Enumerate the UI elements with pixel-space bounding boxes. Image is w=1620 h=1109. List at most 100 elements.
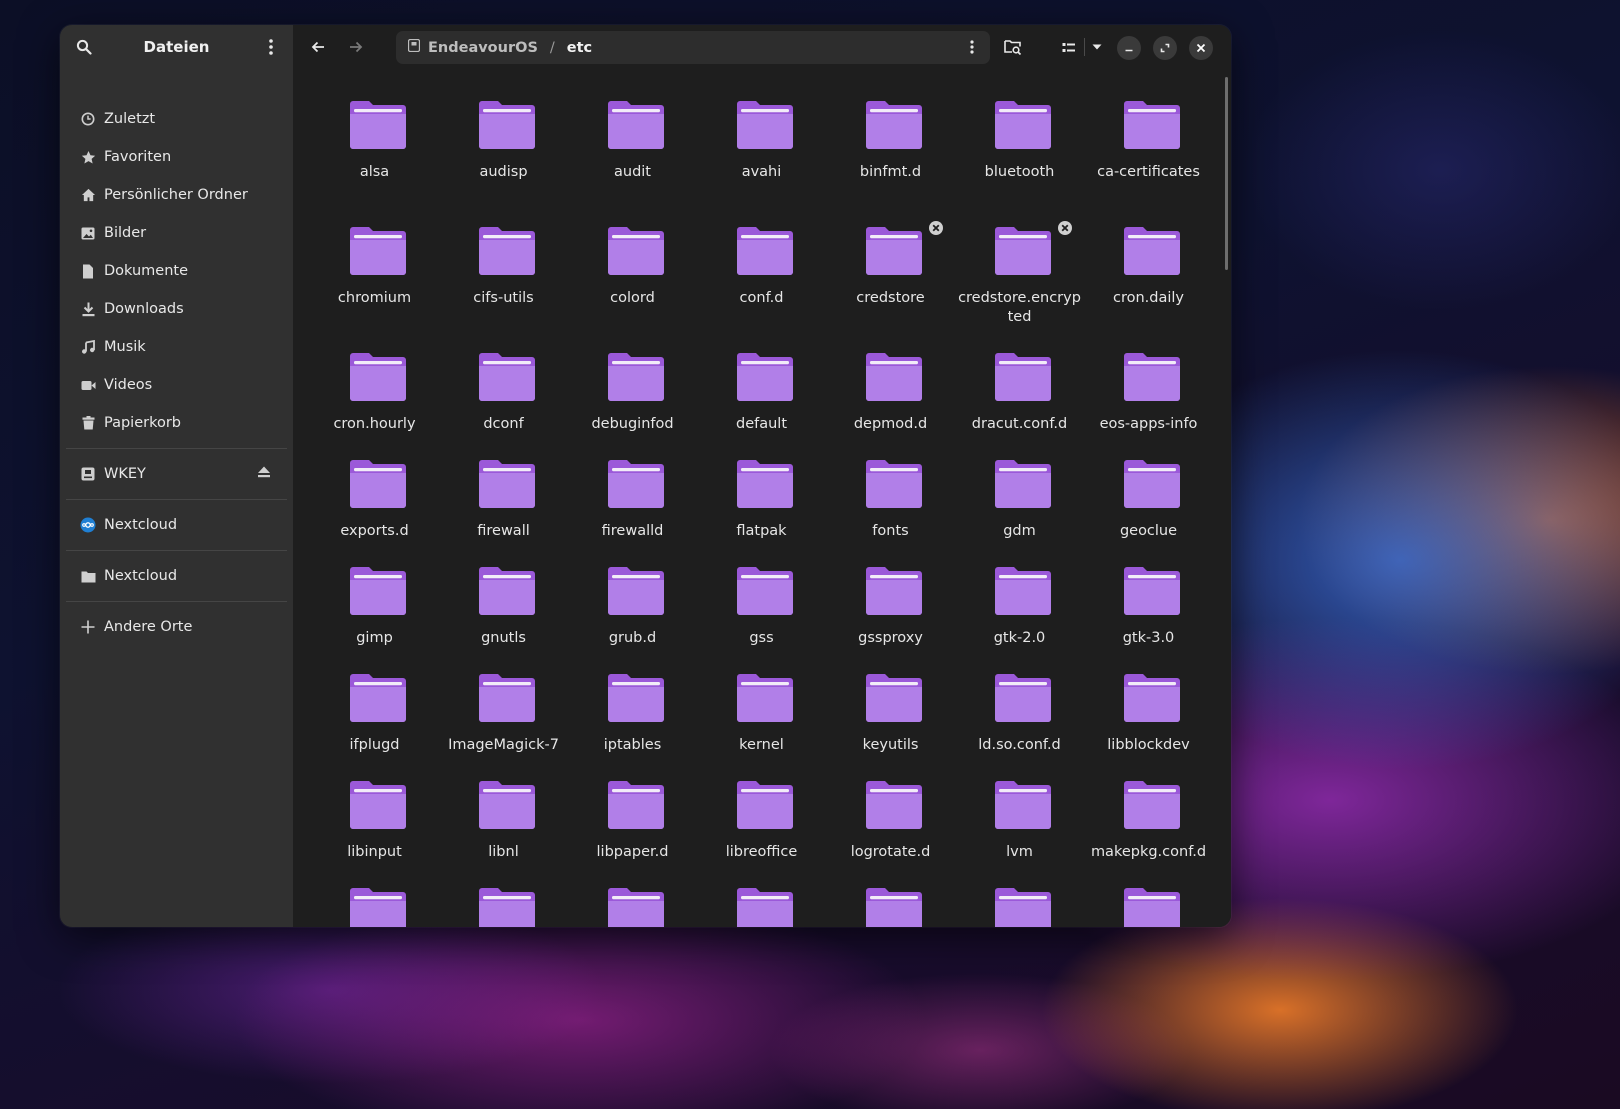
sidebar-item-nextcloud-network[interactable]: Nextcloud: [60, 506, 293, 544]
sidebar-item-label: WKEY: [104, 466, 146, 482]
folder-item[interactable]: kernel: [697, 668, 826, 775]
view-options-button[interactable]: [1082, 32, 1112, 62]
folder-item[interactable]: [826, 882, 955, 927]
folder-item[interactable]: gss: [697, 561, 826, 668]
sidebar-item-home[interactable]: Persönlicher Ordner: [60, 176, 293, 214]
folder-item[interactable]: logrotate.d: [826, 775, 955, 882]
folder-name: lvm: [1006, 844, 1033, 860]
folder-item[interactable]: conf.d: [697, 221, 826, 347]
folder-item[interactable]: ld.so.conf.d: [955, 668, 1084, 775]
folder-name: logrotate.d: [850, 844, 931, 860]
path-segment-root[interactable]: EndeavourOS: [428, 40, 538, 56]
folder-item[interactable]: gssproxy: [826, 561, 955, 668]
folder-item[interactable]: eos-apps-info: [1084, 347, 1213, 454]
folder-item[interactable]: bluetooth: [955, 95, 1084, 221]
folder-item[interactable]: libblockdev: [1084, 668, 1213, 775]
folder-item[interactable]: gtk-3.0: [1084, 561, 1213, 668]
folder-item[interactable]: depmod.d: [826, 347, 955, 454]
close-button[interactable]: [1189, 36, 1213, 60]
folder-item[interactable]: libinput: [310, 775, 439, 882]
folder-name: ca-certificates: [1097, 164, 1200, 180]
folder-item[interactable]: cron.hourly: [310, 347, 439, 454]
folder-item[interactable]: [568, 882, 697, 927]
folder-item[interactable]: credstore: [826, 221, 955, 347]
folder-item[interactable]: [310, 882, 439, 927]
main-menu-button[interactable]: [257, 33, 285, 61]
folder-item[interactable]: fonts: [826, 454, 955, 561]
maximize-button[interactable]: [1153, 36, 1177, 60]
path-bar[interactable]: EndeavourOS / etc: [396, 31, 990, 64]
view-mode-button[interactable]: [1054, 32, 1084, 62]
folder-icon: [1124, 460, 1180, 508]
folder-item[interactable]: [955, 882, 1084, 927]
folder-item[interactable]: iptables: [568, 668, 697, 775]
folder-item[interactable]: gimp: [310, 561, 439, 668]
folder-item[interactable]: colord: [568, 221, 697, 347]
sidebar-item-videos[interactable]: Videos: [60, 366, 293, 404]
folder-icon: [479, 101, 535, 149]
sidebar-item-downloads[interactable]: Downloads: [60, 290, 293, 328]
sidebar-item-pictures[interactable]: Bilder: [60, 214, 293, 252]
folder-item[interactable]: [439, 882, 568, 927]
folder-item[interactable]: cifs-utils: [439, 221, 568, 347]
folder-item[interactable]: dracut.conf.d: [955, 347, 1084, 454]
folder-item[interactable]: firewalld: [568, 454, 697, 561]
folder-item[interactable]: gnutls: [439, 561, 568, 668]
folder-item[interactable]: dconf: [439, 347, 568, 454]
folder-item[interactable]: audit: [568, 95, 697, 221]
folder-item[interactable]: default: [697, 347, 826, 454]
folder-item[interactable]: exports.d: [310, 454, 439, 561]
folder-item[interactable]: libpaper.d: [568, 775, 697, 882]
path-menu-button[interactable]: [960, 35, 984, 59]
path-segment-current[interactable]: etc: [567, 40, 592, 56]
folder-item[interactable]: geoclue: [1084, 454, 1213, 561]
sidebar-item-music[interactable]: Musik: [60, 328, 293, 366]
folder-icon: [995, 227, 1051, 275]
folder-item[interactable]: firewall: [439, 454, 568, 561]
folder-icon: [737, 674, 793, 722]
folder-item[interactable]: alsa: [310, 95, 439, 221]
folder-name: ld.so.conf.d: [978, 737, 1061, 753]
back-button[interactable]: [303, 32, 333, 62]
sidebar-item-nextcloud-bookmark[interactable]: Nextcloud: [60, 557, 293, 595]
folder-item[interactable]: avahi: [697, 95, 826, 221]
search-in-folder-button[interactable]: [998, 32, 1028, 62]
folder-item[interactable]: cron.daily: [1084, 221, 1213, 347]
sidebar-item-favorites[interactable]: Favoriten: [60, 138, 293, 176]
scrollbar[interactable]: [1225, 77, 1228, 270]
folder-item[interactable]: makepkg.conf.d: [1084, 775, 1213, 882]
folder-item[interactable]: chromium: [310, 221, 439, 347]
folder-item[interactable]: libreoffice: [697, 775, 826, 882]
folder-item[interactable]: ca-certificates: [1084, 95, 1213, 221]
folder-item[interactable]: binfmt.d: [826, 95, 955, 221]
sidebar-item-label: Zuletzt: [104, 111, 156, 127]
folder-item[interactable]: libnl: [439, 775, 568, 882]
sidebar-item-other-locations[interactable]: Andere Orte: [60, 608, 293, 646]
nextcloud-icon: [80, 517, 96, 533]
folder-name: firewall: [477, 523, 530, 539]
sidebar-item-documents[interactable]: Dokumente: [60, 252, 293, 290]
folder-item[interactable]: ifplugd: [310, 668, 439, 775]
folder-item[interactable]: [1084, 882, 1213, 927]
folder-item[interactable]: gtk-2.0: [955, 561, 1084, 668]
sidebar-item-trash[interactable]: Papierkorb: [60, 404, 293, 442]
folder-item[interactable]: lvm: [955, 775, 1084, 882]
sidebar-item-recent[interactable]: Zuletzt: [60, 100, 293, 138]
forward-button[interactable]: [341, 32, 371, 62]
sidebar-item-label: Andere Orte: [104, 619, 193, 635]
folder-name: libnl: [488, 844, 519, 860]
folder-item[interactable]: debuginfod: [568, 347, 697, 454]
folder-item[interactable]: ImageMagick-7: [439, 668, 568, 775]
minimize-button[interactable]: [1117, 36, 1141, 60]
eject-icon[interactable]: [257, 466, 271, 480]
folder-item[interactable]: gdm: [955, 454, 1084, 561]
folder-item[interactable]: grub.d: [568, 561, 697, 668]
folder-item[interactable]: credstore.encrypted: [955, 221, 1084, 347]
folder-item[interactable]: audisp: [439, 95, 568, 221]
sidebar-item-wkey[interactable]: WKEY: [60, 455, 293, 493]
folder-item[interactable]: keyutils: [826, 668, 955, 775]
folder-item[interactable]: [697, 882, 826, 927]
search-button[interactable]: [70, 33, 98, 61]
folder-item[interactable]: flatpak: [697, 454, 826, 561]
folder-name: gtk-3.0: [1122, 630, 1175, 646]
